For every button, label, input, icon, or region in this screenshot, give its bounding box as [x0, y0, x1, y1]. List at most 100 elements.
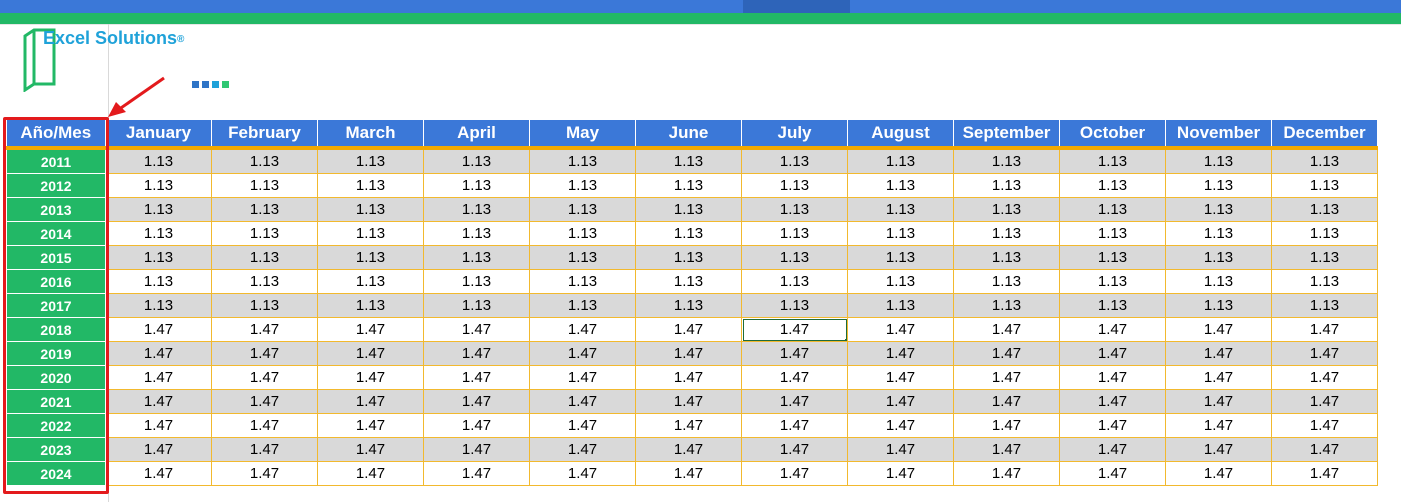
value-cell[interactable]: 1.47: [423, 365, 530, 390]
value-cell[interactable]: 1.13: [1059, 173, 1166, 198]
value-cell[interactable]: 1.13: [317, 173, 424, 198]
value-cell[interactable]: 1.47: [529, 461, 636, 486]
value-cell[interactable]: 1.13: [529, 269, 636, 294]
value-cell[interactable]: 1.13: [1271, 269, 1378, 294]
value-cell[interactable]: 1.47: [1271, 461, 1378, 486]
value-cell[interactable]: 1.13: [529, 147, 636, 174]
value-cell[interactable]: 1.13: [105, 197, 212, 222]
value-cell[interactable]: 1.47: [423, 341, 530, 366]
value-cell[interactable]: 1.13: [1165, 197, 1272, 222]
value-cell[interactable]: 1.13: [423, 147, 530, 174]
value-cell[interactable]: 1.47: [1165, 341, 1272, 366]
year-cell[interactable]: 2022: [6, 413, 106, 438]
month-header-january[interactable]: January: [105, 120, 212, 150]
value-cell[interactable]: 1.13: [1165, 269, 1272, 294]
value-cell[interactable]: 1.47: [1165, 317, 1272, 342]
value-cell[interactable]: 1.13: [1165, 147, 1272, 174]
year-cell[interactable]: 2013: [6, 197, 106, 222]
value-cell[interactable]: 1.47: [1059, 389, 1166, 414]
value-cell[interactable]: 1.13: [1271, 221, 1378, 246]
value-cell[interactable]: 1.47: [317, 365, 424, 390]
value-cell[interactable]: 1.13: [1271, 245, 1378, 270]
value-cell[interactable]: 1.47: [317, 461, 424, 486]
selected-column-header[interactable]: [743, 0, 850, 13]
value-cell[interactable]: 1.47: [423, 461, 530, 486]
value-cell[interactable]: 1.47: [211, 461, 318, 486]
value-cell[interactable]: 1.13: [211, 293, 318, 318]
value-cell[interactable]: 1.47: [1271, 389, 1378, 414]
value-cell[interactable]: 1.13: [1271, 147, 1378, 174]
value-cell[interactable]: 1.13: [953, 245, 1060, 270]
month-header-september[interactable]: September: [953, 120, 1060, 150]
value-cell[interactable]: 1.13: [211, 245, 318, 270]
value-cell[interactable]: 1.47: [1165, 413, 1272, 438]
value-cell[interactable]: 1.47: [953, 413, 1060, 438]
value-cell[interactable]: 1.13: [847, 147, 954, 174]
value-cell[interactable]: 1.47: [741, 413, 848, 438]
value-cell[interactable]: 1.13: [635, 147, 742, 174]
value-cell[interactable]: 1.47: [635, 437, 742, 462]
value-cell[interactable]: 1.13: [211, 269, 318, 294]
value-cell[interactable]: 1.13: [741, 147, 848, 174]
value-cell[interactable]: 1.13: [635, 245, 742, 270]
value-cell[interactable]: 1.13: [211, 221, 318, 246]
value-cell[interactable]: 1.13: [635, 269, 742, 294]
value-cell[interactable]: 1.47: [105, 461, 212, 486]
value-cell[interactable]: 1.47: [953, 389, 1060, 414]
value-cell[interactable]: 1.47: [211, 389, 318, 414]
value-cell[interactable]: 1.13: [1271, 197, 1378, 222]
value-cell[interactable]: 1.13: [1165, 173, 1272, 198]
value-cell[interactable]: 1.13: [1059, 147, 1166, 174]
value-cell[interactable]: 1.13: [953, 293, 1060, 318]
value-cell[interactable]: 1.47: [847, 365, 954, 390]
value-cell[interactable]: 1.13: [529, 293, 636, 318]
value-cell[interactable]: 1.47: [635, 461, 742, 486]
value-cell[interactable]: 1.47: [741, 341, 848, 366]
month-header-october[interactable]: October: [1059, 120, 1166, 150]
value-cell[interactable]: 1.13: [1059, 197, 1166, 222]
value-cell[interactable]: 1.47: [529, 317, 636, 342]
value-cell[interactable]: 1.47: [635, 389, 742, 414]
year-cell[interactable]: 2012: [6, 173, 106, 198]
value-cell[interactable]: 1.47: [211, 341, 318, 366]
year-cell[interactable]: 2020: [6, 365, 106, 390]
value-cell[interactable]: 1.47: [423, 413, 530, 438]
value-cell[interactable]: 1.47: [741, 365, 848, 390]
value-cell[interactable]: 1.47: [635, 341, 742, 366]
year-cell[interactable]: 2021: [6, 389, 106, 414]
value-cell[interactable]: 1.13: [317, 293, 424, 318]
value-cell[interactable]: 1.47: [317, 437, 424, 462]
value-cell[interactable]: 1.47: [105, 341, 212, 366]
value-cell[interactable]: 1.47: [741, 461, 848, 486]
value-cell[interactable]: 1.47: [1165, 461, 1272, 486]
value-cell[interactable]: 1.47: [105, 437, 212, 462]
value-cell[interactable]: 1.47: [953, 341, 1060, 366]
value-cell[interactable]: 1.13: [741, 221, 848, 246]
value-cell[interactable]: 1.13: [529, 221, 636, 246]
value-cell[interactable]: 1.47: [741, 437, 848, 462]
value-cell[interactable]: 1.47: [741, 389, 848, 414]
month-header-march[interactable]: March: [317, 120, 424, 150]
value-cell[interactable]: 1.47: [317, 413, 424, 438]
value-cell[interactable]: 1.13: [847, 269, 954, 294]
value-cell[interactable]: 1.47: [1059, 461, 1166, 486]
year-cell[interactable]: 2019: [6, 341, 106, 366]
year-cell[interactable]: 2017: [6, 293, 106, 318]
value-cell[interactable]: 1.13: [847, 221, 954, 246]
corner-header[interactable]: Año/Mes: [6, 120, 106, 150]
value-cell[interactable]: 1.13: [529, 173, 636, 198]
value-cell[interactable]: 1.47: [105, 389, 212, 414]
value-cell[interactable]: 1.47: [1271, 437, 1378, 462]
value-cell[interactable]: 1.13: [211, 147, 318, 174]
value-cell[interactable]: 1.47: [1059, 437, 1166, 462]
value-cell[interactable]: 1.47: [1271, 317, 1378, 342]
value-cell[interactable]: 1.47: [317, 317, 424, 342]
value-cell[interactable]: 1.13: [423, 221, 530, 246]
value-cell[interactable]: 1.13: [1165, 245, 1272, 270]
value-cell[interactable]: 1.47: [211, 317, 318, 342]
value-cell[interactable]: 1.13: [953, 147, 1060, 174]
year-cell[interactable]: 2024: [6, 461, 106, 486]
value-cell[interactable]: 1.13: [423, 293, 530, 318]
value-cell[interactable]: 1.13: [1059, 221, 1166, 246]
value-cell[interactable]: 1.47: [635, 365, 742, 390]
